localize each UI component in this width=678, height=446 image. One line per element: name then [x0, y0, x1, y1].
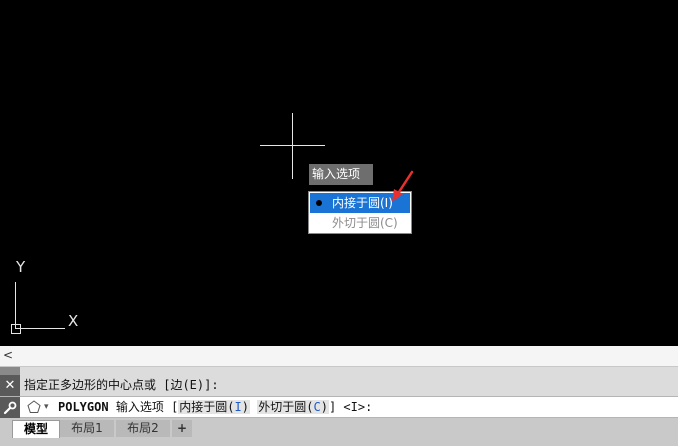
option-inscribed-link[interactable]: 内接于圆(I) — [178, 400, 250, 414]
menu-option-label: 外切于圆(C) — [332, 216, 398, 230]
prompt-label: 输入选项 — [115, 400, 164, 414]
red-arrow-icon — [392, 170, 414, 202]
drawing-canvas[interactable]: Y X 输入选项 内接于圆(I) 外切于圆(C) — [0, 0, 678, 346]
command-history-bar: < — [0, 346, 678, 366]
command-name: POLYGON — [58, 400, 109, 414]
customize-wrench-icon[interactable] — [0, 397, 20, 418]
layout-tabs-bar: 模型 布局1 布局2 + — [0, 418, 678, 446]
menu-option-label: 内接于圆(I) — [332, 196, 393, 210]
command-prompt-text: POLYGON 输入选项 [内接于圆(I) 外切于圆(C)] <I>: — [58, 397, 372, 417]
crosshair-vertical — [292, 113, 293, 179]
paren-close: ) — [320, 400, 328, 414]
polygon-command-icon[interactable] — [26, 399, 42, 415]
tab-layout1[interactable]: 布局1 — [60, 420, 114, 437]
drag-grip-icon[interactable] — [0, 367, 20, 380]
option-circumscribed-link[interactable]: 外切于圆(C) — [257, 400, 329, 414]
tab-model[interactable]: 模型 — [12, 420, 60, 438]
default-option: <I>: — [343, 400, 373, 414]
recent-commands-dropdown-icon[interactable]: ▾ — [44, 399, 49, 415]
ucs-origin-box — [11, 324, 21, 334]
option-circumscribed-key: C — [313, 400, 321, 414]
ucs-x-axis — [15, 328, 65, 329]
command-input-line[interactable]: ▾ POLYGON 输入选项 [内接于圆(I) 外切于圆(C)] <I>: — [0, 396, 678, 418]
paren-close: ) — [241, 400, 249, 414]
menu-option-circumscribed[interactable]: 外切于圆(C) — [310, 213, 410, 233]
ucs-x-label: X — [68, 312, 79, 330]
tab-layout2[interactable]: 布局2 — [116, 420, 170, 437]
option-inscribed-text: 内接于圆( — [179, 400, 235, 414]
selected-bullet-icon — [316, 200, 322, 206]
option-inscribed-key: I — [234, 400, 242, 414]
add-layout-button[interactable]: + — [172, 420, 192, 437]
close-icon[interactable]: ✕ — [0, 375, 20, 397]
ucs-y-axis — [15, 282, 16, 328]
history-prompt-text: 指定正多边形的中心点或 [边(E)]: — [24, 378, 219, 392]
dynamic-input-title: 输入选项 — [309, 164, 373, 185]
option-circumscribed-text: 外切于圆( — [258, 400, 314, 414]
history-expand-icon[interactable]: < — [3, 346, 13, 364]
command-history-line: ✕ 指定正多边形的中心点或 [边(E)]: — [0, 366, 678, 397]
ucs-y-label: Y — [16, 258, 26, 276]
bracket-close: ] — [328, 400, 337, 414]
